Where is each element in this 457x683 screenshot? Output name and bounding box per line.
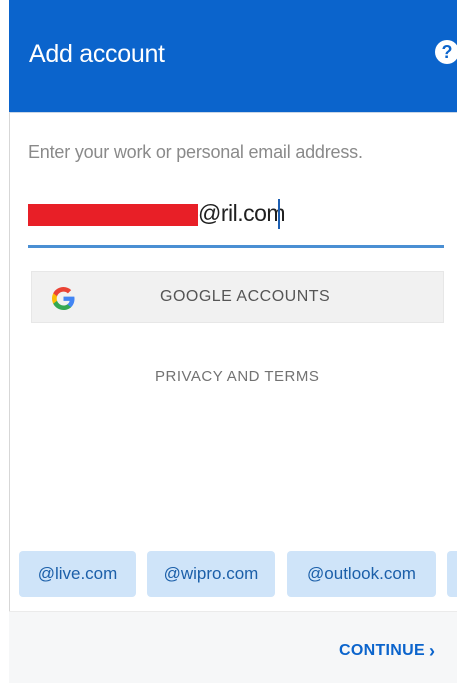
email-field[interactable]: @ril.com bbox=[28, 193, 444, 251]
header-divider bbox=[9, 112, 457, 113]
email-prompt: Enter your work or personal email addres… bbox=[28, 142, 363, 162]
domain-chip-outlook[interactable]: @outlook.com bbox=[287, 551, 436, 597]
privacy-and-terms-link[interactable]: PRIVACY AND TERMS bbox=[155, 368, 319, 385]
domain-chip-live[interactable]: @live.com bbox=[19, 551, 136, 597]
continue-button[interactable]: CONTINUE bbox=[339, 642, 425, 660]
redacted-email-prefix bbox=[28, 204, 198, 226]
google-accounts-button[interactable]: GOOGLE ACCOUNTS bbox=[31, 271, 444, 323]
text-caret bbox=[278, 199, 280, 229]
footer-bar: CONTINUE › bbox=[9, 611, 457, 683]
domain-chip-partial[interactable] bbox=[447, 551, 457, 597]
email-suffix: @ril.com bbox=[198, 200, 286, 226]
google-icon bbox=[52, 287, 75, 310]
domain-suggestions: @live.com @wipro.com @outlook.com bbox=[9, 551, 457, 611]
app-header: Add account ? bbox=[9, 0, 457, 112]
domain-chip-wipro[interactable]: @wipro.com bbox=[147, 551, 275, 597]
chevron-right-icon[interactable]: › bbox=[429, 641, 435, 662]
page-title: Add account bbox=[29, 40, 165, 68]
add-account-screen: Add account ? Enter your work or persona… bbox=[0, 0, 457, 683]
google-accounts-label: GOOGLE ACCOUNTS bbox=[160, 288, 331, 305]
help-icon[interactable]: ? bbox=[435, 40, 457, 64]
email-field-underline bbox=[28, 245, 444, 248]
